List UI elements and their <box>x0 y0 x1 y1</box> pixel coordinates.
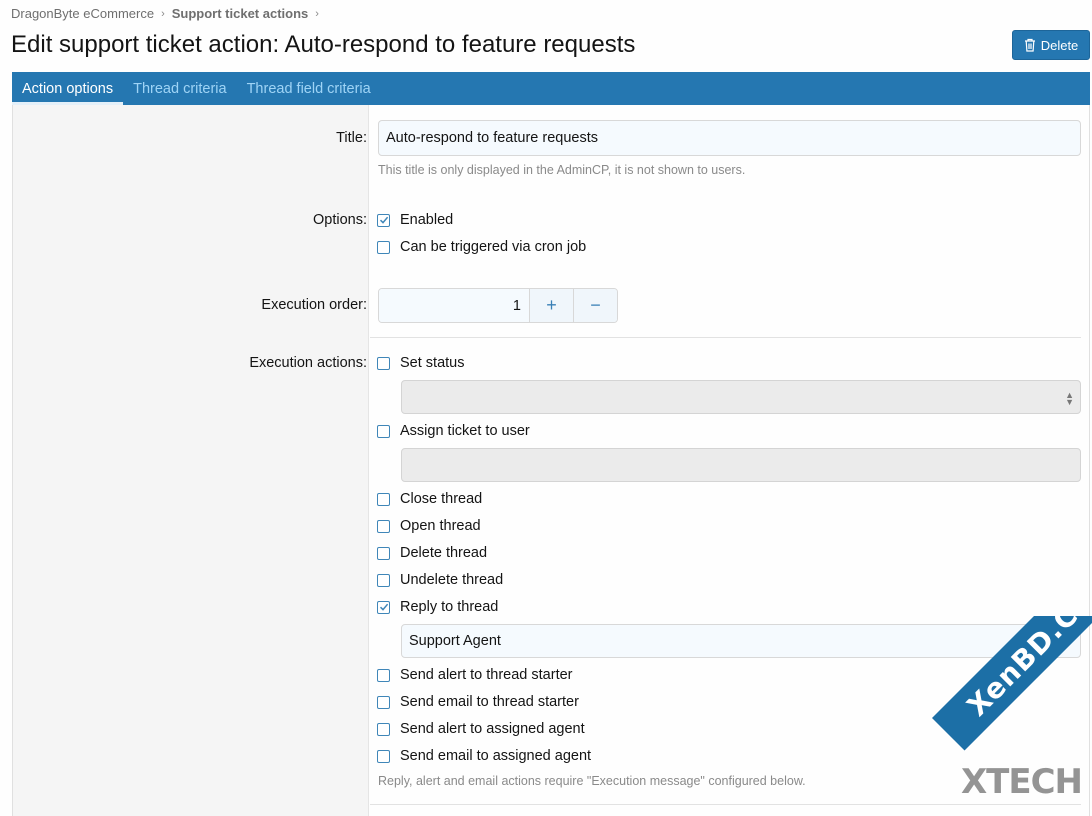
action-label: Set status <box>400 355 465 371</box>
delete-button[interactable]: Delete <box>1012 30 1090 60</box>
page-title: Edit support ticket action: Auto-respond… <box>11 31 636 58</box>
action-alert-starter[interactable]: Send alert to thread starter <box>377 667 573 683</box>
options-label: Options: <box>313 212 367 228</box>
title-input-value: Auto-respond to feature requests <box>386 130 598 146</box>
action-label: Send email to thread starter <box>400 694 579 710</box>
checkbox-unchecked[interactable] <box>377 424 390 438</box>
checkbox-unchecked[interactable] <box>377 519 390 533</box>
checkbox-unchecked[interactable] <box>377 749 390 763</box>
breadcrumb-link-ticket-actions[interactable]: Support ticket actions <box>172 6 309 21</box>
chevron-right-icon: › <box>161 7 165 20</box>
checkbox-unchecked[interactable] <box>377 492 390 506</box>
chevron-right-icon: › <box>315 7 319 20</box>
action-label: Close thread <box>400 491 483 507</box>
assign-user-input[interactable] <box>401 448 1081 482</box>
checkbox-unchecked[interactable] <box>377 240 390 254</box>
action-label: Delete thread <box>400 545 488 561</box>
action-assign-user[interactable]: Assign ticket to user <box>377 423 530 439</box>
tab-thread-criteria[interactable]: Thread criteria <box>123 72 236 105</box>
title-input[interactable]: Auto-respond to feature requests <box>378 120 1081 156</box>
checkbox-unchecked[interactable] <box>377 356 390 370</box>
checkbox-unchecked[interactable] <box>377 573 390 587</box>
action-open-thread[interactable]: Open thread <box>377 518 481 534</box>
option-enabled-label: Enabled <box>400 212 454 228</box>
action-email-starter[interactable]: Send email to thread starter <box>377 694 579 710</box>
tab-bar: Action options Thread criteria Thread fi… <box>12 72 1090 105</box>
execution-actions-label: Execution actions: <box>249 355 367 371</box>
action-email-agent[interactable]: Send email to assigned agent <box>377 748 591 764</box>
checkbox-checked[interactable] <box>377 600 390 614</box>
action-form: Title: Auto-respond to feature requests … <box>12 105 1090 816</box>
action-close-thread[interactable]: Close thread <box>377 491 482 507</box>
checkbox-unchecked[interactable] <box>377 668 390 682</box>
minus-icon: − <box>590 295 601 315</box>
checkmark-icon <box>379 216 388 224</box>
action-label: Undelete thread <box>400 572 504 588</box>
breadcrumb: DragonByte eCommerce › Support ticket ac… <box>11 6 326 21</box>
action-undelete-thread[interactable]: Undelete thread <box>377 572 503 588</box>
increment-button[interactable]: + <box>529 289 573 322</box>
action-alert-agent[interactable]: Send alert to assigned agent <box>377 721 585 737</box>
action-set-status[interactable]: Set status <box>377 355 464 371</box>
trash-icon <box>1024 38 1035 52</box>
plus-icon: + <box>546 295 557 315</box>
action-label: Open thread <box>400 518 481 534</box>
action-label: Send email to assigned agent <box>400 748 592 764</box>
section-divider <box>370 804 1081 805</box>
breadcrumb-link-ecommerce[interactable]: DragonByte eCommerce <box>11 6 154 21</box>
section-divider <box>370 337 1081 338</box>
action-reply-thread[interactable]: Reply to thread <box>377 599 498 615</box>
action-label: Send alert to assigned agent <box>400 721 585 737</box>
action-delete-thread[interactable]: Delete thread <box>377 545 487 561</box>
action-label: Assign ticket to user <box>400 423 530 439</box>
action-label: Send alert to thread starter <box>400 667 573 683</box>
option-cron[interactable]: Can be triggered via cron job <box>377 239 586 255</box>
reply-user-value: Support Agent <box>409 633 501 649</box>
execution-order-label: Execution order: <box>261 297 367 313</box>
reply-user-input[interactable]: Support Agent <box>401 624 1081 658</box>
option-cron-label: Can be triggered via cron job <box>400 239 587 255</box>
delete-label: Delete <box>1040 37 1079 53</box>
option-enabled[interactable]: Enabled <box>377 212 453 228</box>
title-hint: This title is only displayed in the Admi… <box>378 163 746 177</box>
checkbox-checked[interactable] <box>377 213 390 227</box>
checkbox-unchecked[interactable] <box>377 695 390 709</box>
status-select[interactable]: ▲ ▼ <box>401 380 1081 414</box>
tab-action-options[interactable]: Action options <box>12 72 124 105</box>
execution-order-input[interactable]: 1 <box>379 289 529 322</box>
decrement-button[interactable]: − <box>573 289 617 322</box>
tab-thread-field-criteria[interactable]: Thread field criteria <box>237 72 381 105</box>
select-arrows-icon: ▲ ▼ <box>1065 390 1074 407</box>
action-label: Reply to thread <box>400 599 499 615</box>
checkmark-icon <box>379 603 388 611</box>
checkbox-unchecked[interactable] <box>377 722 390 736</box>
actions-hint: Reply, alert and email actions require "… <box>378 774 806 788</box>
execution-order-stepper[interactable]: 1 + − <box>378 288 618 323</box>
checkbox-unchecked[interactable] <box>377 546 390 560</box>
title-label: Title: <box>336 130 367 146</box>
